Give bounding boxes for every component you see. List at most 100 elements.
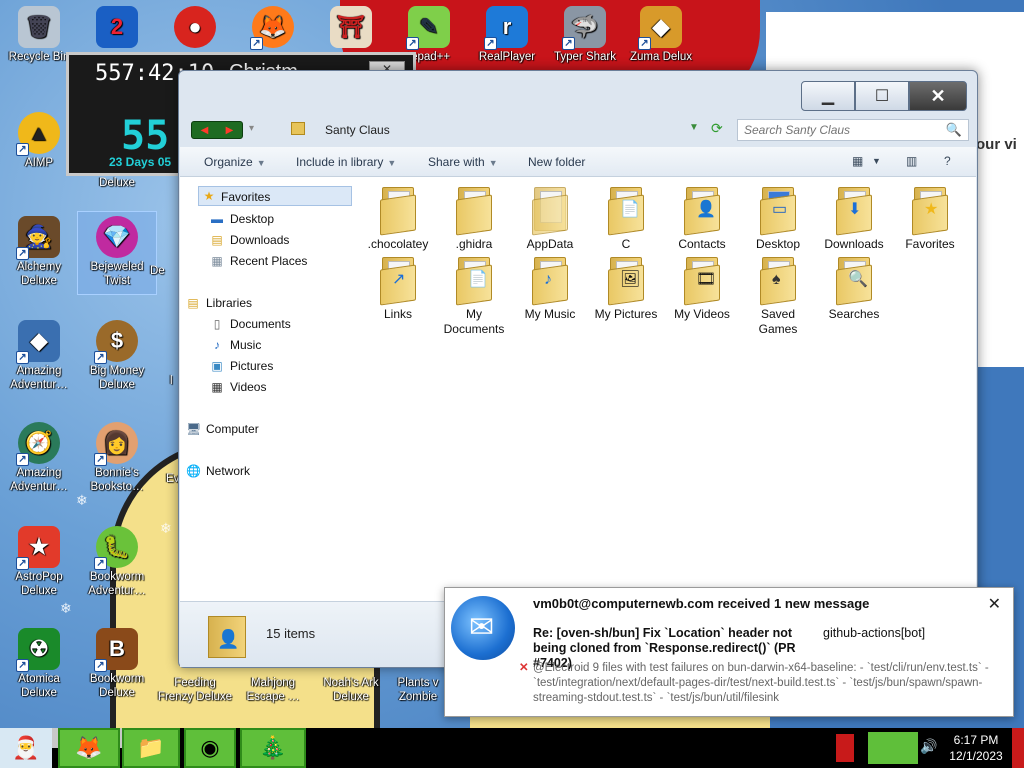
- organize-button[interactable]: Organize ▼: [204, 155, 266, 169]
- folder-item[interactable]: ↗ Links: [360, 257, 436, 322]
- desktop-icon-atomica-deluxe[interactable]: ☢ ↗ Atomica Deluxe: [0, 628, 78, 700]
- action-center-icon[interactable]: [836, 734, 854, 762]
- desktop-icon-noahs-ark[interactable]: Noah's Ark Deluxe: [312, 676, 390, 704]
- folder-item[interactable]: 📄 My Documents: [436, 257, 512, 337]
- nav-libraries[interactable]: ▤ Libraries: [187, 296, 252, 310]
- desktop-icon-plants-vs-zombies[interactable]: Plants v Zombie: [390, 676, 446, 704]
- nav-computer[interactable]: 🖥 Computer: [186, 422, 259, 436]
- back-icon[interactable]: ◀: [192, 122, 217, 138]
- help-button[interactable]: ?: [944, 154, 951, 168]
- nav-buttons: ◀ ▶: [191, 121, 243, 139]
- address-bar: ◀ ▶ ▾ Santy Claus ▼ ⟳ 🔍: [189, 119, 969, 143]
- videos-icon: ▦: [211, 380, 223, 394]
- item-count: 15 items: [266, 626, 316, 641]
- folder-item[interactable]: ♪ My Music: [512, 257, 588, 322]
- folder-label: Links: [383, 307, 412, 321]
- view-options-icon[interactable]: ▦: [852, 154, 863, 168]
- taskbar-chrome[interactable]: ◉: [184, 728, 236, 768]
- desktop-icon-app[interactable]: ●: [156, 6, 234, 50]
- desktop-icon-bonnies-bookstore[interactable]: 👩 ↗ Bonnie's Booksto…: [78, 422, 156, 494]
- close-button[interactable]: ✕: [909, 81, 967, 111]
- nav-recent-places[interactable]: ▦ Recent Places: [211, 254, 307, 268]
- desktop-icon-bookworm-adventures[interactable]: 🐛 ↗ Bookworm Adventur…: [78, 526, 156, 598]
- folder-item[interactable]: .chocolatey: [360, 187, 436, 252]
- folder-item[interactable]: 🖼 My Pictures: [588, 257, 664, 322]
- contacts-folder-icon: 👤: [682, 187, 722, 236]
- desktop-icon-realplayer[interactable]: r ↗ RealPlayer: [468, 6, 546, 64]
- nav-videos[interactable]: ▦ Videos: [211, 380, 266, 394]
- nav-documents[interactable]: ▯ Documents: [214, 317, 291, 331]
- folder-label: My Music: [524, 307, 576, 321]
- nav-pictures[interactable]: ▣ Pictures: [211, 359, 273, 373]
- desktop-icon-amazing-adventures-2[interactable]: 🧭 ↗ Amazing Adventur…: [0, 422, 78, 494]
- nav-network[interactable]: 🌐 Network: [186, 464, 250, 478]
- search-box[interactable]: 🔍: [737, 119, 969, 141]
- documents-icon: ▯: [213, 317, 221, 331]
- desktop-icon-label: Feeding Frenzy Deluxe: [157, 677, 233, 703]
- thunderbird-notification[interactable]: ✉ vm0b0t@computernewb.com received 1 new…: [444, 587, 1014, 717]
- desktop-icon-label: Plants v Zombie: [397, 677, 439, 703]
- folder-label: AppData: [526, 237, 574, 251]
- clock[interactable]: 6:17 PM 12/1/2023: [944, 732, 1008, 764]
- desktop-icon-typer-shark[interactable]: 🦈 ↗ Typer Shark: [546, 6, 624, 64]
- taskbar-countdown[interactable]: 🎄: [240, 728, 306, 768]
- new-folder-button[interactable]: New folder: [528, 155, 585, 169]
- address-field[interactable]: Santy Claus ▼ ⟳: [279, 119, 723, 141]
- taskbar-explorer[interactable]: 📁: [122, 728, 180, 768]
- desktop-icon-app[interactable]: 2: [78, 6, 156, 50]
- desktop-icon-label: Bonnie's Booksto…: [90, 467, 144, 493]
- title-bar[interactable]: ▁ ☐ ✕: [179, 71, 977, 117]
- nav-favorites[interactable]: ★ Favorites: [198, 186, 352, 206]
- recent-pages-dropdown-icon[interactable]: ▾: [249, 123, 254, 134]
- folder-item[interactable]: ▭ Desktop: [740, 187, 816, 252]
- minimize-button[interactable]: ▁: [801, 81, 855, 111]
- folder-item[interactable]: ★ Favorites: [892, 187, 968, 252]
- desktop-icon-bookworm-deluxe[interactable]: B ↗ Bookworm Deluxe: [78, 628, 156, 700]
- refresh-icon[interactable]: ⟳: [711, 120, 723, 137]
- close-icon[interactable]: ✕: [988, 594, 1001, 614]
- start-button[interactable]: 🎅: [0, 728, 52, 768]
- view-dropdown-icon[interactable]: ▼: [872, 156, 881, 166]
- explorer-window[interactable]: ▁ ☐ ✕ ◀ ▶ ▾ Santy Claus ▼ ⟳ 🔍 Organize▼ …: [178, 70, 978, 668]
- desktop-icon-astropop-deluxe[interactable]: ★ ↗ AstroPop Deluxe: [0, 526, 78, 598]
- desktop-icon-label: Deluxe: [99, 177, 135, 189]
- desktop-icon-alchemy-deluxe[interactable]: 🧙 ↗ Alchemy Deluxe: [0, 216, 78, 288]
- desktop-icon-firefox[interactable]: 🦊 ↗: [234, 6, 312, 50]
- taskbar-firefox[interactable]: 🦊: [58, 728, 120, 768]
- nav-music[interactable]: ♪ Music: [214, 338, 261, 352]
- desktop-icon-mahjong-escape[interactable]: Mahjong Escape …: [234, 676, 312, 704]
- forward-icon[interactable]: ▶: [217, 122, 242, 138]
- desktop-icon-label: Amazing Adventur…: [10, 365, 68, 391]
- folder-item[interactable]: AppData: [512, 187, 588, 252]
- desktop-icon-bejeweled-twist[interactable]: 💎 Bejeweled Twist: [77, 211, 157, 295]
- folder-item[interactable]: 🔍 Searches: [816, 257, 892, 322]
- folder-item[interactable]: .ghidra: [436, 187, 512, 252]
- desktop-icon-feeding-frenzy[interactable]: Feeding Frenzy Deluxe: [156, 676, 234, 704]
- nav-downloads[interactable]: ▤ Downloads: [211, 233, 289, 247]
- desktop-icon-zuma-deluxe[interactable]: ◆ ↗ Zuma Delux: [622, 6, 700, 64]
- volume-icon[interactable]: 🔊: [920, 738, 937, 755]
- search-input[interactable]: [738, 120, 938, 140]
- desktop-icon-big-money-deluxe[interactable]: $ ↗ Big Money Deluxe: [78, 320, 156, 392]
- desktop-icon: ▬: [211, 212, 223, 226]
- maximize-button[interactable]: ☐: [855, 81, 909, 111]
- notification-body: ✕ @Electroid 9 files with test failures …: [519, 662, 989, 704]
- include-in-library-button[interactable]: Include in library ▼: [296, 155, 396, 169]
- folder-item[interactable]: ♠ Saved Games: [740, 257, 816, 337]
- folder-item[interactable]: 🎞 My Videos: [664, 257, 740, 322]
- desktop-icon-label: Typer Shark: [554, 51, 616, 63]
- share-with-button[interactable]: Share with ▼: [428, 155, 498, 169]
- folder-item[interactable]: ⬇ Downloads: [816, 187, 892, 252]
- tray-icons[interactable]: [868, 732, 918, 764]
- desktop-icon-amazing-adventures[interactable]: ◆ ↗ Amazing Adventur…: [0, 320, 78, 392]
- desktop-icon-app[interactable]: ⛩: [312, 6, 390, 50]
- address-dropdown-icon[interactable]: ▼: [689, 122, 699, 133]
- desktop-icon-deluxe[interactable]: Deluxe: [78, 176, 156, 190]
- folder-item[interactable]: 📄 C: [588, 187, 664, 252]
- navigation-pane: ★ Favorites ▬ Desktop ▤ Downloads ▦ Rece…: [180, 177, 352, 601]
- search-icon[interactable]: 🔍: [946, 122, 962, 138]
- folder-item[interactable]: 👤 Contacts: [664, 187, 740, 252]
- preview-pane-icon[interactable]: ▥: [906, 154, 917, 168]
- show-desktop-button[interactable]: [1012, 728, 1024, 768]
- nav-desktop[interactable]: ▬ Desktop: [211, 212, 274, 226]
